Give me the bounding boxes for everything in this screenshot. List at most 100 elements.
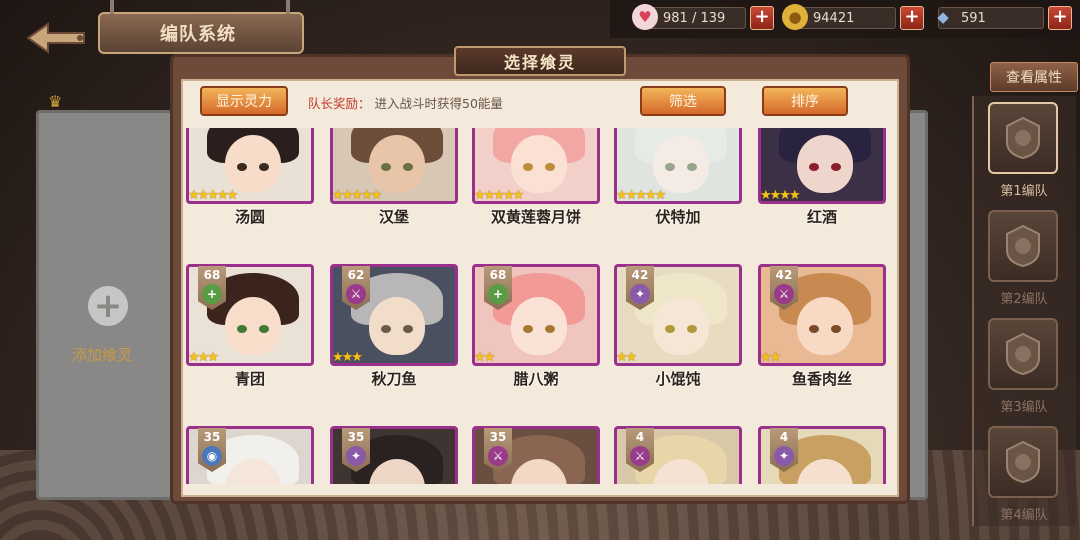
team-emblem-icon — [1006, 224, 1040, 268]
spirit-card[interactable]: ★★★★★ 汤圆 — [186, 128, 314, 234]
star-rating: ★★★★★ — [616, 188, 666, 203]
spirit-card[interactable]: ★★★★ 红酒 — [758, 128, 886, 234]
level-badge: 35 ⚔ — [484, 428, 512, 472]
team-emblem-icon — [1006, 116, 1040, 160]
resource-crystal: ◆ 591 + — [937, 6, 1072, 30]
add-spirit-label[interactable]: 添加飨灵 — [72, 344, 132, 365]
spirit-name: 汤圆 — [234, 208, 265, 226]
leader-bonus-text: 进入战斗时获得50能量 — [374, 96, 503, 111]
team-label-4: 第4编队 — [1000, 508, 1048, 523]
spirit-name: 腊八粥 — [513, 370, 559, 388]
spirit-card[interactable]: 68 + ★★★ 青团 — [186, 264, 314, 396]
star-rating: ★★ — [474, 350, 495, 365]
team-slot-1[interactable] — [988, 102, 1058, 174]
element-icon: ✦ — [774, 446, 794, 466]
spirit-card[interactable]: 42 ⚔ ★★ 鱼香肉丝 — [758, 264, 886, 396]
star-rating: ★★★ — [332, 350, 363, 365]
element-icon: + — [488, 284, 508, 304]
level-badge: 42 ⚔ — [770, 266, 798, 310]
portrait-eye — [523, 163, 533, 171]
portrait-face — [225, 135, 281, 193]
spirit-name: 鱼香肉丝 — [791, 370, 852, 388]
spirit-card-grid: ★★★★★ 汤圆 ★★★★★ 汉堡 ★★★★★ 双黄莲蓉月饼 ★★★★★ 伏特加 ★★★★ 红酒 6… — [180, 128, 898, 484]
spirit-name: 青团 — [234, 370, 265, 388]
portrait-eye — [381, 163, 391, 171]
level-badge: 68 + — [484, 266, 512, 310]
spirit-card[interactable]: ★★★★★ 汉堡 — [330, 128, 458, 234]
spirit-name: 红酒 — [806, 208, 837, 226]
portrait-face — [225, 297, 281, 355]
add-spirit-plus-icon[interactable]: + — [88, 286, 128, 326]
star-rating: ★★ — [760, 350, 781, 365]
back-button[interactable] — [22, 18, 92, 58]
leader-bonus: 队长奖励： 进入战斗时获得50能量 — [308, 93, 503, 112]
page-title-text: 编队系统 — [160, 24, 236, 45]
portrait-eye — [665, 325, 675, 333]
portrait-eye — [381, 325, 391, 333]
portrait-face — [511, 297, 567, 355]
portrait-eye — [831, 325, 841, 333]
element-icon: ⚔ — [774, 284, 794, 304]
portrait-face — [797, 297, 853, 355]
add-stamina-button[interactable]: + — [750, 6, 774, 30]
spirit-card[interactable]: 4 ⚔ — [614, 426, 742, 484]
element-icon: ⚔ — [346, 284, 366, 304]
team-emblem-icon — [1006, 332, 1040, 376]
team-rail: 第1编队 第2编队 第3编队 第4编队 — [972, 96, 1076, 526]
team-slot-4[interactable] — [988, 426, 1058, 498]
element-icon: ◉ — [202, 446, 222, 466]
portrait-eye — [809, 325, 819, 333]
spirit-card[interactable]: ★★★★★ 伏特加 — [614, 128, 742, 234]
add-crystal-button[interactable]: + — [1048, 6, 1072, 30]
spirit-card[interactable]: 35 ⚔ — [472, 426, 600, 484]
team-slot-2[interactable] — [988, 210, 1058, 282]
portrait-eye — [403, 325, 413, 333]
portrait-eye — [237, 325, 247, 333]
level-badge: 35 ◉ — [198, 428, 226, 472]
spirit-card[interactable]: 35 ✦ — [330, 426, 458, 484]
spirit-card[interactable]: 62 ⚔ ★★★ 秋刀鱼 — [330, 264, 458, 396]
team-slot-3[interactable] — [988, 318, 1058, 390]
sort-button[interactable]: 排序 — [762, 86, 848, 116]
spirit-name: 汉堡 — [378, 208, 409, 226]
level-badge: 68 + — [198, 266, 226, 310]
show-power-label: 显示灵力 — [216, 94, 272, 110]
sort-label: 排序 — [791, 94, 819, 110]
spirit-card[interactable]: 4 ✦ — [758, 426, 886, 484]
spirit-card[interactable]: 35 ◉ — [186, 426, 314, 484]
spirit-name: 小馄饨 — [655, 370, 701, 388]
portrait-eye — [687, 163, 697, 171]
dialog-title: 选择飨灵 — [454, 46, 626, 76]
spirit-card[interactable]: ★★★★★ 双黄莲蓉月饼 — [472, 128, 600, 234]
spirit-card[interactable]: 42 ✦ ★★ 小馄饨 — [614, 264, 742, 396]
portrait-face — [369, 297, 425, 355]
level-badge: 42 ✦ — [626, 266, 654, 310]
leader-bonus-label: 队长奖励： — [308, 96, 371, 111]
level-badge: 4 ⚔ — [626, 428, 654, 472]
add-coins-button[interactable]: + — [900, 6, 924, 30]
view-attributes-button[interactable]: 查看属性 — [990, 62, 1078, 92]
portrait-eye — [259, 325, 269, 333]
portrait-eye — [545, 163, 555, 171]
team-label-2: 第2编队 — [1000, 292, 1048, 307]
level-badge: 62 ⚔ — [342, 266, 370, 310]
element-icon: + — [202, 284, 222, 304]
crystal-icon: ◆ — [937, 8, 949, 26]
spirit-name: 秋刀鱼 — [371, 370, 417, 388]
portrait-eye — [545, 325, 555, 333]
spirit-card[interactable]: 68 + ★★ 腊八粥 — [472, 264, 600, 396]
portrait-eye — [831, 163, 841, 171]
filter-label: 筛选 — [669, 94, 697, 110]
coin-icon: ● — [782, 4, 808, 30]
element-icon: ✦ — [630, 284, 650, 304]
portrait-eye — [259, 163, 269, 171]
star-rating: ★★★★★ — [474, 188, 524, 203]
dialog-title-text: 选择飨灵 — [503, 53, 576, 72]
show-power-button[interactable]: 显示灵力 — [200, 86, 288, 116]
star-rating: ★★★★ — [760, 188, 801, 203]
page-title: 编队系统 — [98, 0, 304, 54]
portrait-eye — [237, 163, 247, 171]
heart-icon: ♥ — [632, 4, 658, 30]
filter-button[interactable]: 筛选 — [640, 86, 726, 116]
spirit-name: 伏特加 — [655, 208, 701, 226]
